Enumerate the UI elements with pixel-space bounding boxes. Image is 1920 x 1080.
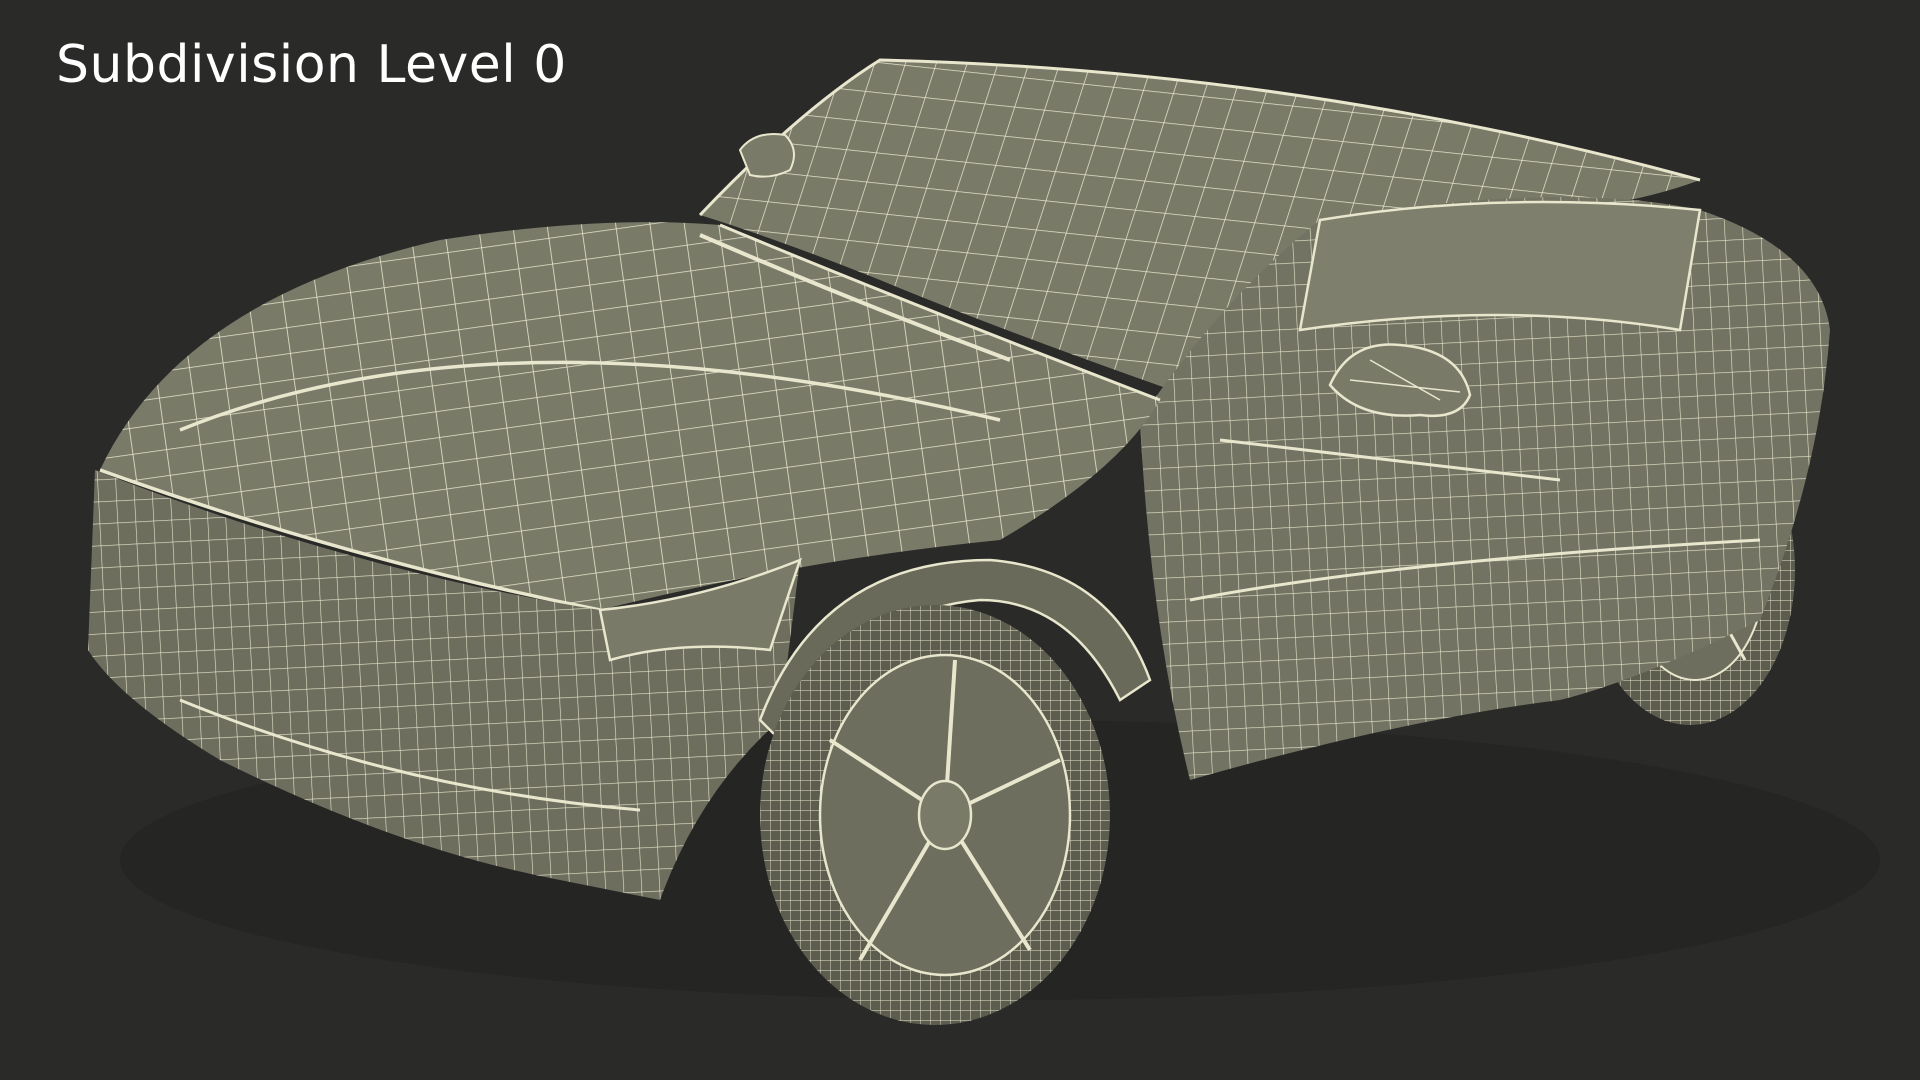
far-side-mirror bbox=[738, 133, 795, 178]
subdivision-level-caption: Subdivision Level 0 bbox=[56, 35, 567, 95]
car-wireframe-render bbox=[88, 58, 1880, 1025]
front-wheel bbox=[760, 605, 1110, 1025]
viewport: Subdivision Level 0 bbox=[0, 0, 1920, 1080]
